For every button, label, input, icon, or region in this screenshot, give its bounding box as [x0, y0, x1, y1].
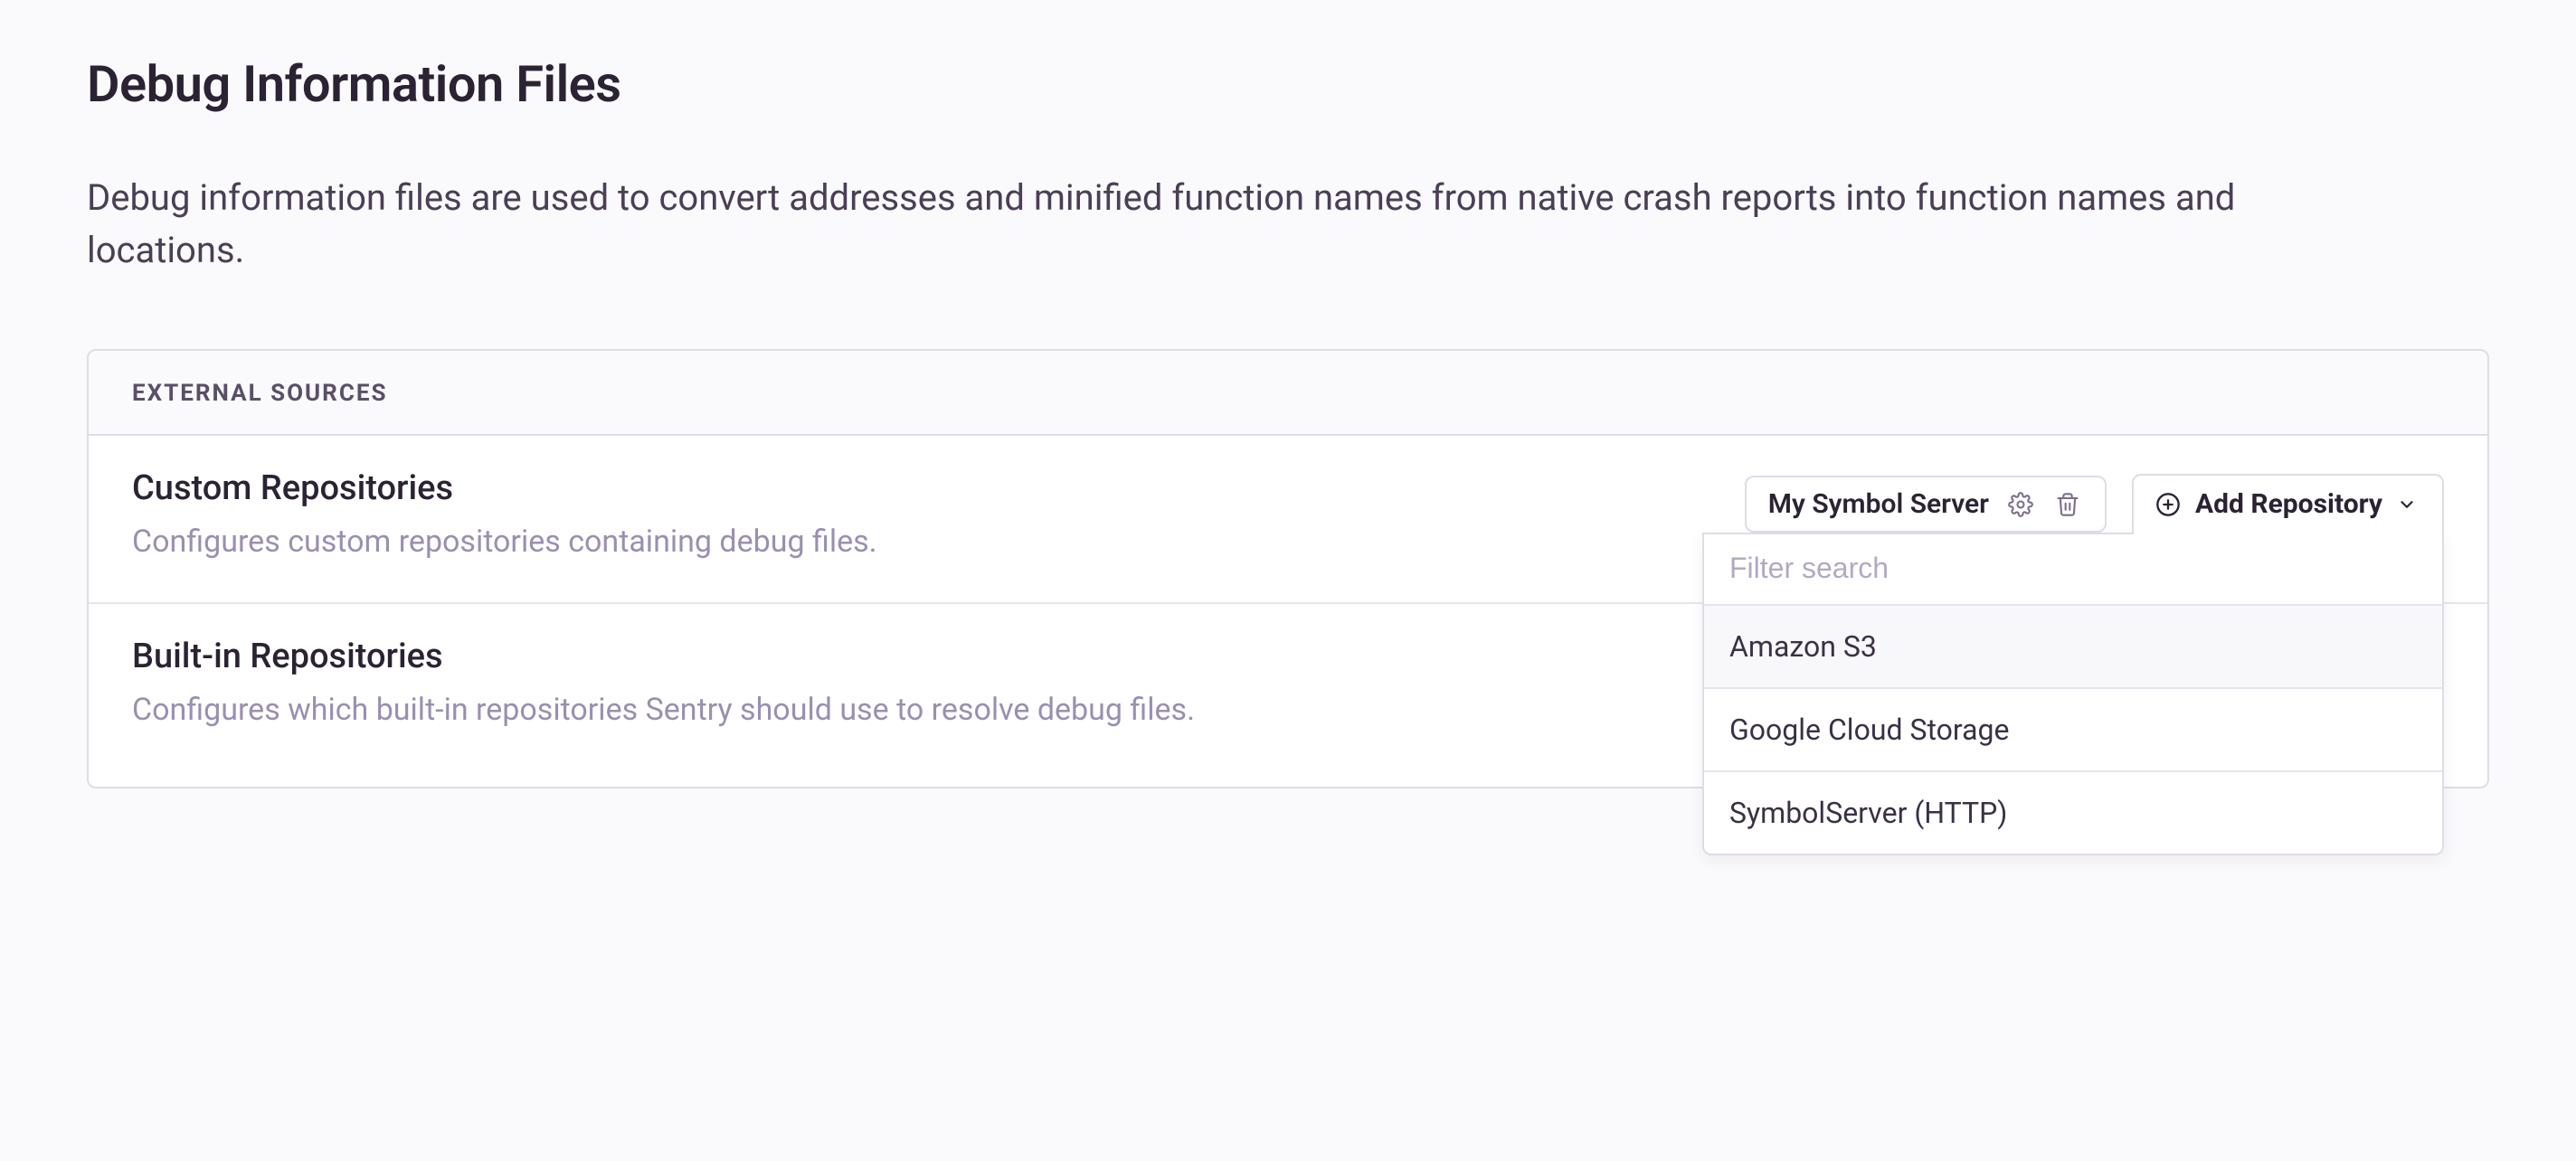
- panel-header-label: EXTERNAL SOURCES: [132, 380, 387, 407]
- dropdown-option-amazon-s3[interactable]: Amazon S3: [1704, 606, 2442, 689]
- row-text: Custom Repositories Configures custom re…: [132, 468, 1745, 564]
- plus-circle-icon: [2155, 492, 2181, 517]
- chevron-down-icon: [2397, 495, 2417, 514]
- symbol-server-label: My Symbol Server: [1768, 488, 1989, 520]
- external-sources-panel: EXTERNAL SOURCES Custom Repositories Con…: [87, 349, 2489, 788]
- builtin-repositories-title: Built-in Repositories: [132, 637, 1956, 676]
- custom-repositories-subtitle: Configures custom repositories containin…: [132, 521, 1290, 564]
- trash-icon[interactable]: [2052, 489, 2083, 520]
- settings-page: Debug Information Files Debug informatio…: [0, 0, 2576, 788]
- dropdown-option-google-cloud-storage[interactable]: Google Cloud Storage: [1704, 689, 2442, 772]
- builtin-repositories-subtitle: Configures which built-in repositories S…: [132, 689, 1290, 732]
- dropdown-search: [1704, 534, 2442, 606]
- gear-icon[interactable]: [2005, 489, 2036, 520]
- filter-search-input[interactable]: [1728, 551, 2419, 586]
- page-title: Debug Information Files: [87, 54, 2489, 114]
- custom-repositories-controls: My Symbol Server Add Repository: [1745, 474, 2444, 534]
- dropdown-option-symbolserver-http[interactable]: SymbolServer (HTTP): [1704, 772, 2442, 854]
- page-description: Debug information files are used to conv…: [87, 172, 2348, 277]
- symbol-server-pill[interactable]: My Symbol Server: [1745, 476, 2107, 533]
- custom-repositories-title: Custom Repositories: [132, 468, 1709, 508]
- add-repository-menu: Amazon S3 Google Cloud Storage SymbolSer…: [1702, 533, 2444, 855]
- add-repository-button[interactable]: Add Repository: [2132, 474, 2444, 534]
- add-repository-label: Add Repository: [2195, 488, 2382, 520]
- custom-repositories-row: Custom Repositories Configures custom re…: [89, 436, 2487, 604]
- panel-header: EXTERNAL SOURCES: [89, 351, 2487, 436]
- add-repository-dropdown: Add Repository Amazon S3 Google Cloud St…: [2132, 474, 2444, 534]
